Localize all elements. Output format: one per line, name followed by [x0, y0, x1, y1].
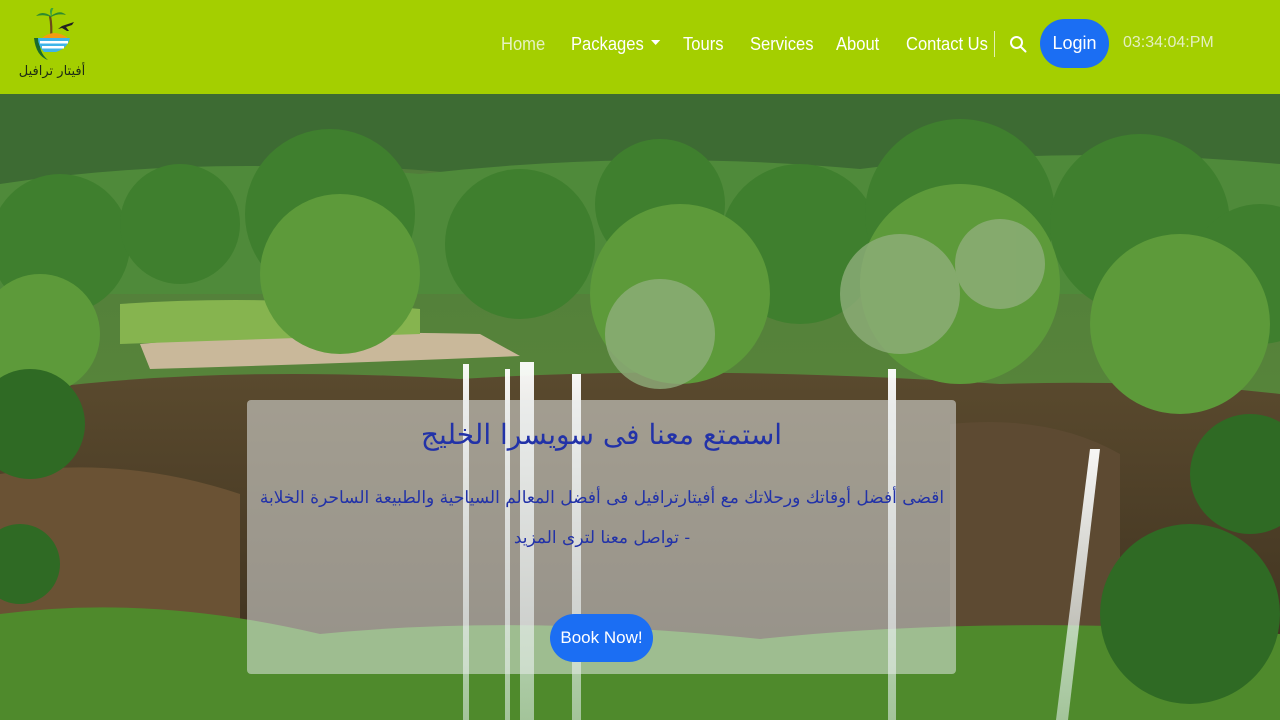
hero-section: استمتع معنا فى سويسرا الخليج اقضى أفضل أ… [0, 94, 1280, 720]
search-icon[interactable] [1009, 35, 1027, 53]
hero-title: استمتع معنا فى سويسرا الخليج [420, 418, 783, 451]
hero-card: استمتع معنا فى سويسرا الخليج اقضى أفضل أ… [247, 400, 956, 674]
nav-contact-us[interactable]: Contact Us [906, 33, 988, 55]
nav-packages-label: Packages [571, 34, 644, 54]
nav-divider [994, 31, 995, 57]
logo[interactable]: أفيتار ترافيل [18, 8, 90, 84]
hero-description: اقضى أفضل أوقاتك ورحلاتك مع أفيتارترافيل… [259, 488, 945, 548]
navbar: أفيتار ترافيل Home Packages Tours Servic… [0, 0, 1280, 94]
clock: 03:34:04:PM [1123, 34, 1214, 51]
login-button[interactable]: Login [1040, 19, 1109, 68]
caret-down-icon [651, 39, 661, 45]
nav-home[interactable]: Home [501, 33, 545, 55]
palm-island-logo-icon [34, 8, 74, 60]
logo-text: أفيتار ترافيل [18, 64, 86, 79]
nav-packages[interactable]: Packages [571, 33, 661, 55]
nav-services[interactable]: Services [750, 33, 814, 55]
nav-tours[interactable]: Tours [683, 33, 723, 55]
nav-about[interactable]: About [836, 33, 879, 55]
book-now-button[interactable]: Book Now! [550, 614, 653, 662]
